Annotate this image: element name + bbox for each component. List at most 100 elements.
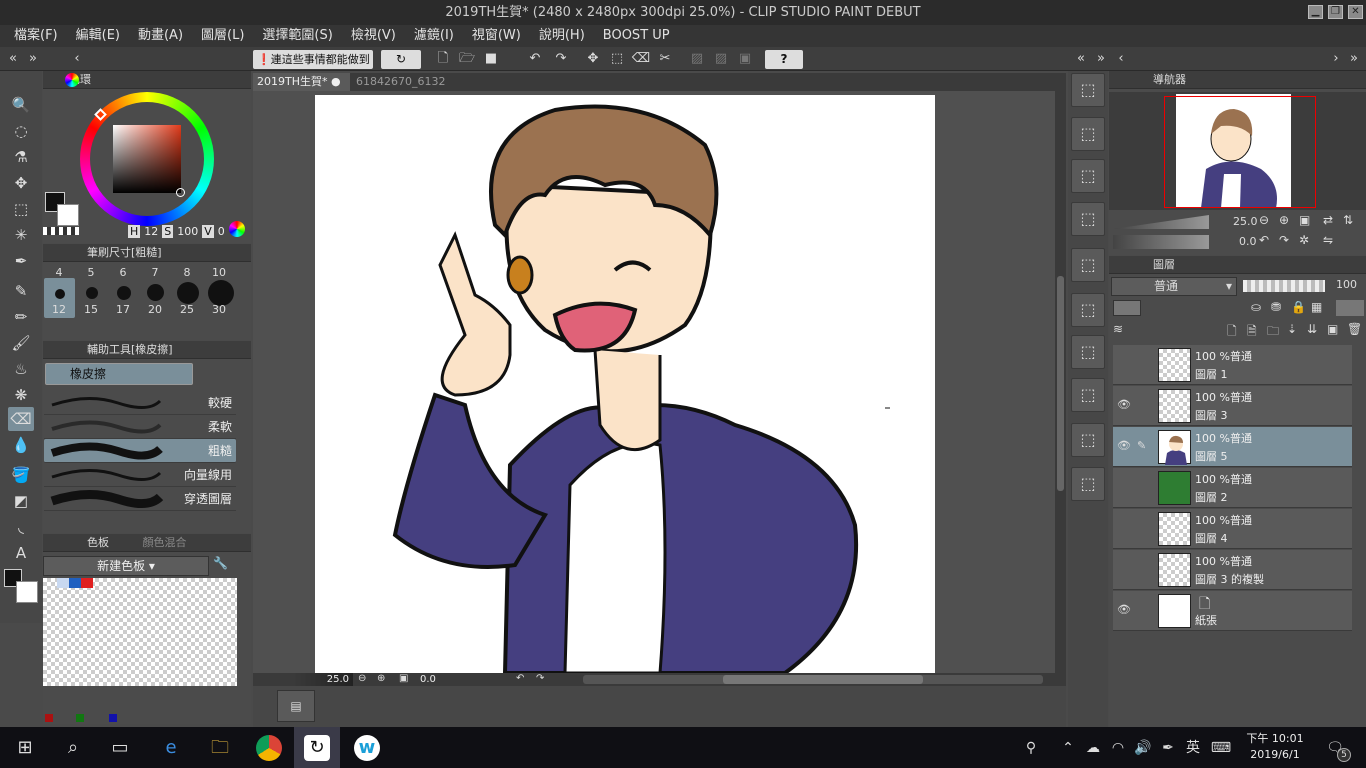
eye-icon[interactable]: 👁 [1117,398,1131,411]
menu-selection[interactable]: 選擇範圍(S) [262,25,332,47]
lasso-icon[interactable]: ◌ [8,119,34,143]
minimize-button[interactable]: ▁ [1308,5,1323,19]
eraser-group-tab[interactable]: 橡皮擦 [45,363,193,385]
zoom-out-icon[interactable]: ⊖ [358,673,366,684]
brush-icon[interactable]: 🖌 [8,331,34,355]
nav-zoom-in-icon[interactable]: ⊕ [1279,213,1289,227]
delete-layer-icon[interactable]: 🗑 [1347,322,1362,336]
clear-icon[interactable]: ⌫ [630,50,652,69]
layer-row[interactable]: 100 %普通 圖層 2 [1113,468,1352,508]
clock[interactable]: 下午 10:01 2019/6/1 [1240,731,1310,763]
eraser-icon[interactable]: ⌫ [8,407,34,431]
rotate-left-icon[interactable]: ↶ [516,673,524,684]
text-icon[interactable]: A [8,541,34,565]
redo-icon[interactable]: ↷ [550,50,572,69]
layer-stack-icon[interactable]: ≋ [1113,322,1123,336]
layer-folder-icon[interactable]: ⬚ [1071,467,1105,501]
nav-rotate-right-icon[interactable]: ↷ [1279,233,1289,247]
blue-dot[interactable] [109,714,117,722]
hue-ring[interactable] [80,92,214,226]
tip-button[interactable]: ❗連這些事情都能做到 [253,50,373,69]
onedrive-icon[interactable]: ☁ [1080,735,1106,761]
swatch-grid[interactable] [43,578,237,686]
fit-screen-icon[interactable]: ▣ [399,673,408,684]
transform-icon[interactable]: ✥ [582,50,604,69]
input-mode-icon[interactable]: ⌨ [1208,735,1234,761]
windows-start-icon[interactable]: ⊞ [12,735,38,761]
layer-folder-icon[interactable]: ⬚ [1071,293,1105,327]
tab-61842670[interactable]: 61842670_6132 ● [352,73,447,106]
merge-icon[interactable]: ⇣ [1287,322,1297,336]
nav-zoom-slider[interactable] [1113,215,1209,229]
open-folder-icon[interactable]: 🗁 [456,50,478,69]
people-icon[interactable]: ⚲ [1018,735,1044,761]
menu-layer[interactable]: 圖層(L) [201,25,244,47]
nav-mirror-icon[interactable]: ⇋ [1323,233,1333,247]
wifi-icon[interactable]: ◠ [1105,735,1131,761]
layer-folder-icon[interactable]: ⬚ [1071,378,1105,412]
layer-folder-icon[interactable]: ⬚ [1071,202,1105,236]
lock-icon[interactable]: 🔒 [1291,300,1306,314]
size-dot[interactable] [117,286,131,300]
expand-icon[interactable]: » [1343,50,1365,69]
size-dot[interactable] [86,287,98,299]
size-dot[interactable] [147,284,164,301]
restore-button[interactable]: ❐ [1328,5,1343,19]
size-dot[interactable] [55,289,65,299]
menu-help[interactable]: 說明(H) [539,25,585,47]
ref-icon[interactable]: ⛃ [1271,300,1281,314]
merge-below-icon[interactable]: ⇊ [1307,322,1317,336]
nav-rotate-left-icon[interactable]: ↶ [1259,233,1269,247]
help-button[interactable]: ? [765,50,803,69]
sub-color-swatch[interactable] [16,581,38,603]
pen-icon[interactable]: ✎ [8,279,34,303]
airbrush-icon[interactable]: ♨ [8,357,34,381]
swatch[interactable] [81,578,93,588]
layer-mask-icon[interactable]: ▣ [1327,322,1338,336]
horizontal-scrollbar[interactable] [583,675,1043,684]
layer-color-icon[interactable] [1113,300,1141,316]
angle-readout[interactable]: 0.0 [416,673,462,686]
arrow-left-icon[interactable]: ‹ [66,50,88,69]
layer-folder-icon[interactable]: ⬚ [1071,335,1105,369]
dropper-icon[interactable]: ⚗ [8,145,34,169]
save-icon[interactable]: ■ [480,50,502,69]
layer-folder-icon[interactable]: ⬚ [1071,423,1105,457]
swatch[interactable] [69,578,81,588]
menu-boost-up[interactable]: BOOST UP [603,25,670,47]
marquee-icon[interactable]: ⬚ [8,197,34,221]
edge-icon[interactable]: e [158,735,184,761]
layer-folder-icon[interactable]: ⬚ [1071,159,1105,193]
clip-icon[interactable]: ⛀ [1251,300,1261,314]
figure-icon[interactable]: ◟ [8,515,34,539]
mask-icon[interactable] [1336,300,1364,316]
close-button[interactable]: ✕ [1348,5,1363,19]
layer-row[interactable]: 👁 100 %普通 圖層 3 [1113,386,1352,426]
decoration-icon[interactable]: ❋ [8,383,34,407]
app-w-icon[interactable]: w [354,735,380,761]
expand-left-icon[interactable]: » [22,50,44,69]
eye-icon[interactable]: 👁 [1117,603,1131,616]
navigator-viewport-frame[interactable] [1164,96,1316,208]
color-mode-icon[interactable] [229,221,245,237]
gradient-icon[interactable]: ◩ [8,489,34,513]
clip-studio-icon[interactable]: ↻ [381,50,421,69]
size-dot[interactable] [177,282,199,304]
menu-window[interactable]: 視窗(W) [472,25,521,47]
opacity-slider[interactable] [1243,280,1325,292]
file-explorer-icon[interactable]: 🗀 [207,735,233,761]
collapse-left-icon[interactable]: « [2,50,24,69]
tray-chevron-icon[interactable]: ⌃ [1055,735,1081,761]
sv-handle[interactable] [176,188,185,197]
menu-filter[interactable]: 濾鏡(I) [414,25,454,47]
search-icon[interactable]: ⌕ [60,735,86,761]
vertical-scroll-thumb[interactable] [1057,276,1064,491]
red-dot[interactable] [45,714,53,722]
transparent-color[interactable] [43,227,79,235]
collapse-right-icon[interactable]: « [1070,50,1092,69]
pencil-icon[interactable]: ✏ [8,305,34,329]
menu-animation[interactable]: 動畫(A) [138,25,183,47]
blend-icon[interactable]: 💧 [8,433,34,457]
layer-folder-icon[interactable]: ⬚ [1071,248,1105,282]
filmstrip-icon[interactable]: ▤ [277,690,315,722]
